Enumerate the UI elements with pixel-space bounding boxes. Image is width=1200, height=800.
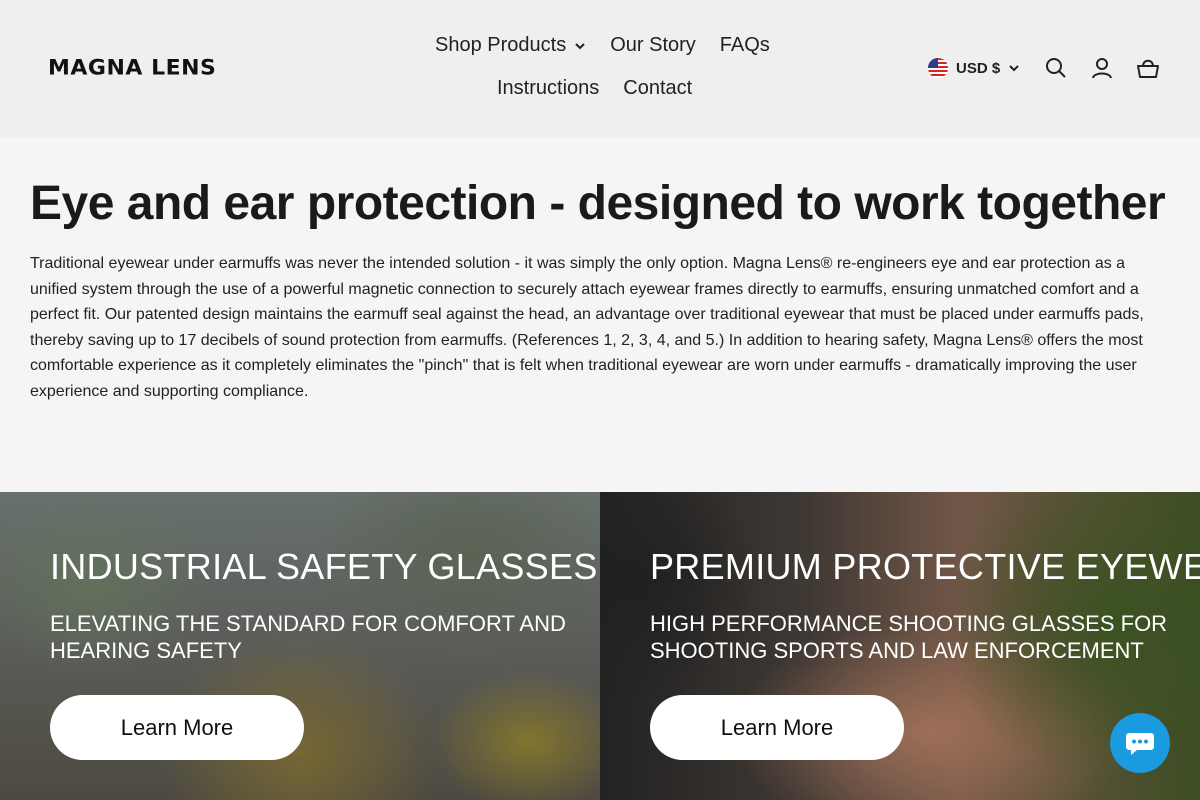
currency-label: USD $: [956, 59, 1001, 77]
promo-card-subtitle: ELEVATING THE STANDARD FOR COMFORT AND H…: [50, 611, 566, 663]
nav-instructions[interactable]: Instructions: [497, 77, 599, 100]
intro-paragraph: Traditional eyewear under earmuffs was n…: [30, 255, 1144, 400]
currency-selector[interactable]: USD $: [928, 58, 1020, 78]
header-actions: USD $: [928, 56, 1160, 80]
us-flag-icon: [928, 58, 948, 78]
learn-more-button[interactable]: Learn More: [650, 695, 904, 760]
chevron-down-icon: [575, 42, 585, 49]
cart-icon[interactable]: [1136, 56, 1160, 80]
promo-card-content: INDUSTRIAL SAFETY GLASSES ELEVATING THE …: [50, 546, 600, 664]
chat-icon[interactable]: [1110, 713, 1170, 773]
learn-more-button[interactable]: Learn More: [50, 695, 304, 760]
nav-contact[interactable]: Contact: [623, 77, 692, 100]
site-logo[interactable]: MAGNA LENS: [48, 57, 216, 81]
account-icon[interactable]: [1090, 56, 1114, 80]
site-header: MAGNA LENS Shop Products Our Story FAQs …: [0, 0, 1200, 137]
promo-card-title: INDUSTRIAL SAFETY GLASSES: [50, 546, 598, 587]
nav-shop-products-label: Shop Products: [435, 34, 567, 56]
promo-card-content: PREMIUM PROTECTIVE EYEWEAR HIGH PERFORMA…: [650, 546, 1200, 664]
promo-card-industrial: INDUSTRIAL SAFETY GLASSES ELEVATING THE …: [0, 492, 600, 800]
nav-our-story[interactable]: Our Story: [610, 34, 696, 57]
page-title: Eye and ear protection - designed to wor…: [30, 177, 1166, 230]
main-nav-row-2: Instructions Contact: [497, 77, 716, 100]
nav-shop-products[interactable]: Shop Products: [435, 34, 586, 57]
nav-faqs[interactable]: FAQs: [720, 34, 770, 57]
main-nav-row-1: Shop Products Our Story FAQs: [435, 34, 794, 57]
search-icon[interactable]: [1044, 56, 1068, 80]
chevron-down-icon: [1009, 65, 1019, 72]
promo-card-title: PREMIUM PROTECTIVE EYEWEAR: [650, 546, 1200, 587]
promo-card-premium: PREMIUM PROTECTIVE EYEWEAR HIGH PERFORMA…: [600, 492, 1200, 800]
promo-card-subtitle: HIGH PERFORMANCE SHOOTING GLASSES FOR SH…: [650, 611, 1168, 663]
